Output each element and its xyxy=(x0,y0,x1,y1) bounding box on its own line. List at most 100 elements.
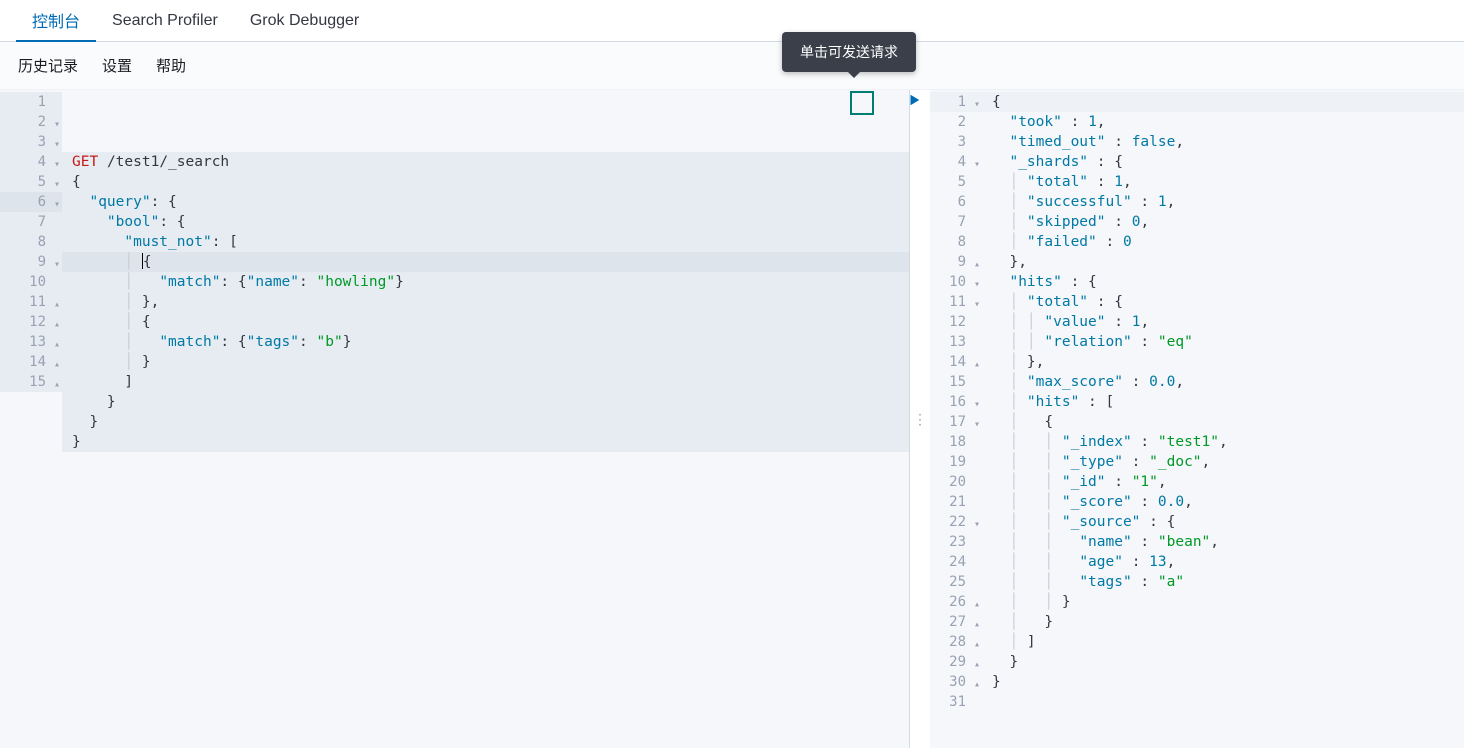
code-line[interactable]: GET /test1/_search xyxy=(62,152,909,172)
submenu-settings[interactable]: 设置 xyxy=(102,55,132,76)
gutter-line: 29▴ xyxy=(930,652,982,672)
code-line[interactable]: │ "total" : 1, xyxy=(982,172,1464,192)
code-line[interactable]: { xyxy=(62,172,909,192)
gutter-line: 3▾ xyxy=(0,132,62,152)
request-editor[interactable]: 12▾3▾4▾5▾6▾789▾1011▴12▴13▴14▴15▴ GET /te… xyxy=(0,90,910,748)
request-options-button[interactable] xyxy=(879,92,901,114)
gutter-line: 8 xyxy=(0,232,62,252)
code-line[interactable]: │ │ "_index" : "test1", xyxy=(982,432,1464,452)
code-line[interactable]: "must_not": [ xyxy=(62,232,909,252)
gutter-line: 7 xyxy=(930,212,982,232)
code-line[interactable]: }, xyxy=(982,252,1464,272)
gutter-line: 2 xyxy=(930,112,982,132)
code-line[interactable]: │ }, xyxy=(982,352,1464,372)
gutter-line: 13▴ xyxy=(0,332,62,352)
code-line[interactable]: │ │ } xyxy=(982,592,1464,612)
request-code[interactable]: GET /test1/_search{ "query": { "bool": {… xyxy=(62,90,909,748)
gutter-line: 23 xyxy=(930,532,982,552)
gutter-line: 6 xyxy=(930,192,982,212)
code-line[interactable]: │ } xyxy=(62,352,909,372)
gutter-line: 20 xyxy=(930,472,982,492)
code-line[interactable]: │ "match": {"tags": "b"} xyxy=(62,332,909,352)
gutter-line: 1 xyxy=(0,92,62,112)
gutter-line: 18 xyxy=(930,432,982,452)
top-tabs: 控制台 Search Profiler Grok Debugger xyxy=(0,0,1464,42)
gutter-line: 11▴ xyxy=(0,292,62,312)
code-line[interactable]: │ "max_score" : 0.0, xyxy=(982,372,1464,392)
fold-toggle-icon[interactable]: ▴ xyxy=(54,375,60,395)
gutter-line: 16▾ xyxy=(930,392,982,412)
gutter-line: 26▴ xyxy=(930,592,982,612)
code-line[interactable]: │ │ "name" : "bean", xyxy=(982,532,1464,552)
code-line[interactable]: │ │ "_source" : { xyxy=(982,512,1464,532)
console-submenu: 历史记录 设置 帮助 xyxy=(0,42,1464,90)
code-line[interactable]: } xyxy=(62,412,909,432)
code-line[interactable]: "timed_out" : false, xyxy=(982,132,1464,152)
gutter-line: 10▾ xyxy=(930,272,982,292)
submenu-history[interactable]: 历史记录 xyxy=(18,55,78,76)
code-line[interactable]: │ "successful" : 1, xyxy=(982,192,1464,212)
code-line[interactable]: "hits" : { xyxy=(982,272,1464,292)
gutter-line: 9▴ xyxy=(930,252,982,272)
code-line[interactable]: } xyxy=(62,432,909,452)
code-line[interactable]: │ │ "_score" : 0.0, xyxy=(982,492,1464,512)
code-line[interactable]: │ │ "age" : 13, xyxy=(982,552,1464,572)
response-viewer[interactable]: 1▾234▾56789▴10▾11▾121314▴1516▾17▾1819202… xyxy=(930,90,1464,748)
gutter-line: 24 xyxy=(930,552,982,572)
gutter-line: 19 xyxy=(930,452,982,472)
code-line[interactable] xyxy=(982,692,1464,712)
code-line[interactable]: │ "skipped" : 0, xyxy=(982,212,1464,232)
gutter-line: 31 xyxy=(930,692,982,712)
gutter-line: 13 xyxy=(930,332,982,352)
code-line[interactable]: "bool": { xyxy=(62,212,909,232)
gutter-line: 7 xyxy=(0,212,62,232)
gutter-line: 15 xyxy=(930,372,982,392)
code-line[interactable]: ] xyxy=(62,372,909,392)
submenu-help[interactable]: 帮助 xyxy=(156,55,186,76)
code-line[interactable]: │ │ "relation" : "eq" xyxy=(982,332,1464,352)
code-line[interactable]: │ "match": {"name": "howling"} xyxy=(62,272,909,292)
code-line[interactable]: "took" : 1, xyxy=(982,112,1464,132)
code-line[interactable]: "query": { xyxy=(62,192,909,212)
code-line[interactable]: │ ] xyxy=(982,632,1464,652)
code-line[interactable]: │ "hits" : [ xyxy=(982,392,1464,412)
code-line[interactable]: │ { xyxy=(62,312,909,332)
code-line[interactable]: } xyxy=(62,392,909,412)
gutter-line: 25 xyxy=(930,572,982,592)
code-line[interactable]: │ │ "_id" : "1", xyxy=(982,472,1464,492)
gutter-line: 22▾ xyxy=(930,512,982,532)
gutter-line: 2▾ xyxy=(0,112,62,132)
tab-search-profiler[interactable]: Search Profiler xyxy=(96,0,234,41)
gutter-line: 11▾ xyxy=(930,292,982,312)
gutter-line: 1▾ xyxy=(930,92,982,112)
tab-grok-debugger[interactable]: Grok Debugger xyxy=(234,0,375,41)
gutter-line: 6▾ xyxy=(0,192,62,212)
code-line[interactable]: } xyxy=(982,652,1464,672)
code-line[interactable]: "_shards" : { xyxy=(982,152,1464,172)
request-gutter: 12▾3▾4▾5▾6▾789▾1011▴12▴13▴14▴15▴ xyxy=(0,90,62,748)
code-line[interactable]: │ { xyxy=(982,412,1464,432)
code-line[interactable]: │ │ "tags" : "a" xyxy=(982,572,1464,592)
gutter-line: 10 xyxy=(0,272,62,292)
code-line[interactable]: │ } xyxy=(982,612,1464,632)
code-line[interactable]: │ │ "value" : 1, xyxy=(982,312,1464,332)
send-request-tooltip: 单击可发送请求 xyxy=(782,32,916,72)
code-line[interactable]: } xyxy=(982,672,1464,692)
code-line[interactable]: │ │ "_type" : "_doc", xyxy=(982,452,1464,472)
code-line[interactable]: │ "total" : { xyxy=(982,292,1464,312)
code-line[interactable]: { xyxy=(982,92,1464,112)
code-line[interactable]: │ }, xyxy=(62,292,909,312)
gutter-line: 15▴ xyxy=(0,372,62,392)
gutter-line: 17▾ xyxy=(930,412,982,432)
tab-console[interactable]: 控制台 xyxy=(16,0,96,42)
code-line[interactable]: │ { xyxy=(62,252,909,272)
pane-resizer[interactable]: ⋮ xyxy=(910,90,930,748)
code-line[interactable]: │ "failed" : 0 xyxy=(982,232,1464,252)
gutter-line: 9▾ xyxy=(0,252,62,272)
gutter-line: 21 xyxy=(930,492,982,512)
drag-handle-icon: ⋮ xyxy=(913,411,927,428)
gutter-line: 4▾ xyxy=(0,152,62,172)
response-gutter: 1▾234▾56789▴10▾11▾121314▴1516▾17▾1819202… xyxy=(930,90,982,748)
gutter-line: 4▾ xyxy=(930,152,982,172)
response-code[interactable]: { "took" : 1, "timed_out" : false, "_sha… xyxy=(982,90,1464,748)
